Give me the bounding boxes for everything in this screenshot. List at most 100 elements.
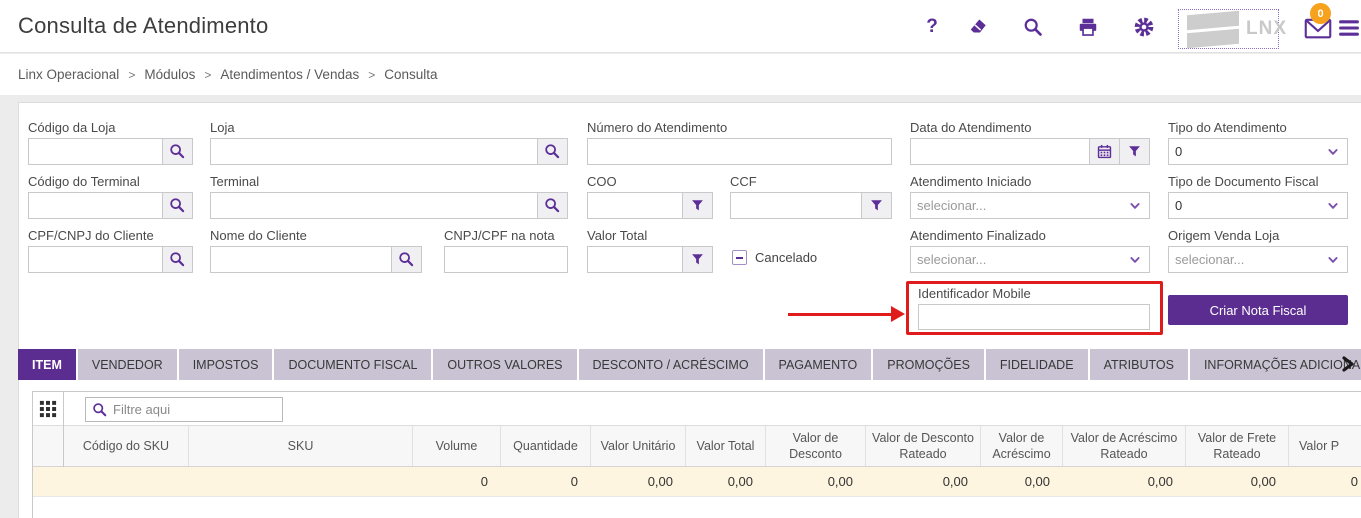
column-header-sku[interactable]: SKU (189, 426, 413, 466)
tab-scroll-right-button[interactable] (1337, 352, 1359, 378)
cell-sku (189, 467, 413, 496)
terminal-search-button[interactable] (537, 192, 568, 219)
column-header-volume[interactable]: Volume (413, 426, 501, 466)
cancelado-label: Cancelado (755, 250, 817, 265)
nome-do-cliente-label: Nome do Cliente (210, 228, 422, 243)
field-data-do-atendimento: Data do Atendimento (910, 120, 1150, 165)
chevron-down-icon (1325, 198, 1341, 214)
field-cancelado: Cancelado (732, 250, 817, 265)
cancelado-checkbox[interactable] (732, 250, 747, 265)
column-header-quantidade[interactable]: Quantidade (501, 426, 591, 466)
data-do-atendimento-calendar-button[interactable] (1089, 138, 1120, 165)
field-numero-do-atendimento: Número do Atendimento (587, 120, 892, 165)
criar-nota-fiscal-button[interactable]: Criar Nota Fiscal (1168, 295, 1348, 325)
tab-pagamento[interactable]: PAGAMENTO (765, 349, 872, 380)
tab-desconto-acrescimo[interactable]: DESCONTO / ACRÉSCIMO (579, 349, 763, 380)
column-header-valor-total[interactable]: Valor Total (686, 426, 766, 466)
column-chooser-button[interactable] (38, 400, 58, 420)
tab-item[interactable]: ITEM (18, 349, 76, 380)
codigo-da-loja-input[interactable] (28, 138, 163, 165)
grid-filter-input[interactable] (113, 402, 276, 417)
breadcrumb-atendimentos-vendas[interactable]: Atendimentos / Vendas (220, 67, 359, 82)
message-count-badge: 0 (1310, 3, 1331, 24)
terminal-input[interactable] (210, 192, 538, 219)
column-header-valor-de-desconto-rateado[interactable]: Valor de Desconto Rateado (866, 426, 981, 466)
numero-do-atendimento-input[interactable] (587, 138, 892, 165)
loja-search-button[interactable] (537, 138, 568, 165)
column-header-valor-p-truncated[interactable]: Valor P (1289, 426, 1361, 466)
column-header-valor-de-frete-rateado[interactable]: Valor de Frete Rateado (1186, 426, 1289, 466)
tab-vendedor[interactable]: VENDEDOR (78, 349, 177, 380)
atendimento-iniciado-label: Atendimento Iniciado (910, 174, 1150, 189)
chevron-down-icon (1127, 252, 1143, 268)
valor-total-filter-button[interactable] (682, 246, 713, 273)
tab-documento-fiscal[interactable]: DOCUMENTO FISCAL (274, 349, 431, 380)
origem-venda-loja-value: selecionar... (1175, 252, 1325, 267)
column-header-valor-unitario[interactable]: Valor Unitário (591, 426, 686, 466)
tab-atributos[interactable]: ATRIBUTOS (1090, 349, 1188, 380)
menu-icon (1338, 18, 1360, 38)
ccf-input[interactable] (730, 192, 862, 219)
identificador-mobile-input[interactable] (918, 304, 1150, 330)
cnpj-cpf-na-nota-label: CNPJ/CPF na nota (444, 228, 568, 243)
tipo-do-atendimento-value: 0 (1175, 144, 1325, 159)
codigo-da-loja-label: Código da Loja (28, 120, 193, 135)
origem-venda-loja-select[interactable]: selecionar... (1168, 246, 1348, 273)
coo-filter-button[interactable] (682, 192, 713, 219)
ccf-label: CCF (730, 174, 892, 189)
field-loja: Loja (210, 120, 568, 165)
atendimento-iniciado-select[interactable]: selecionar... (910, 192, 1150, 219)
breadcrumb-modulos[interactable]: Módulos (144, 67, 195, 82)
codigo-do-terminal-search-button[interactable] (162, 192, 193, 219)
codigo-da-loja-search-button[interactable] (162, 138, 193, 165)
menu-button[interactable] (1337, 17, 1361, 41)
field-codigo-do-terminal: Código do Terminal (28, 174, 193, 219)
cpf-cnpj-do-cliente-search-button[interactable] (162, 246, 193, 273)
column-header-valor-de-desconto[interactable]: Valor de Desconto (766, 426, 866, 466)
data-do-atendimento-input[interactable] (910, 138, 1090, 165)
atendimento-iniciado-value: selecionar... (917, 198, 1127, 213)
page-header: Consulta de Atendimento ? (0, 0, 1361, 53)
atendimento-finalizado-label: Atendimento Finalizado (910, 228, 1150, 243)
tipo-de-documento-fiscal-label: Tipo de Documento Fiscal (1168, 174, 1348, 189)
search-button[interactable] (1020, 14, 1046, 40)
column-header-valor-de-acrescimo-rateado[interactable]: Valor de Acréscimo Rateado (1063, 426, 1186, 466)
nome-do-cliente-input[interactable] (210, 246, 392, 273)
funnel-icon (869, 198, 884, 213)
clear-button[interactable] (965, 14, 991, 40)
search-icon (169, 143, 186, 160)
tab-impostos[interactable]: IMPOSTOS (179, 349, 273, 380)
nome-do-cliente-search-button[interactable] (391, 246, 422, 273)
table-row[interactable]: 0 0 0,00 0,00 0,00 0,00 0,00 0,00 0,00 0 (33, 467, 1361, 497)
cpf-cnpj-do-cliente-input[interactable] (28, 246, 163, 273)
lnx-logo[interactable]: LNX (1178, 9, 1279, 49)
loja-input[interactable] (210, 138, 538, 165)
cnpj-cpf-na-nota-input[interactable] (444, 246, 568, 273)
print-button[interactable] (1075, 14, 1101, 40)
chevron-down-icon (1127, 198, 1143, 214)
ccf-filter-button[interactable] (861, 192, 892, 219)
data-do-atendimento-filter-button[interactable] (1119, 138, 1150, 165)
atendimento-finalizado-select[interactable]: selecionar... (910, 246, 1150, 273)
cell-valor-de-desconto: 0,00 (766, 467, 866, 496)
tab-outros-valores[interactable]: OUTROS VALORES (433, 349, 576, 380)
breadcrumb-consulta[interactable]: Consulta (384, 67, 437, 82)
column-header-codigo-do-sku[interactable]: Código do SKU (64, 426, 189, 466)
tipo-do-atendimento-select[interactable]: 0 (1168, 138, 1348, 165)
valor-total-input[interactable] (587, 246, 683, 273)
tab-fidelidade[interactable]: FIDELIDADE (986, 349, 1088, 380)
tab-promocoes[interactable]: PROMOÇÕES (873, 349, 984, 380)
field-valor-total: Valor Total (587, 228, 713, 273)
settings-button[interactable] (1131, 14, 1157, 40)
coo-input[interactable] (587, 192, 683, 219)
help-button[interactable]: ? (919, 14, 945, 40)
codigo-do-terminal-input[interactable] (28, 192, 163, 219)
cell-valor-de-acrescimo-rateado: 0,00 (1063, 467, 1186, 496)
funnel-icon (690, 252, 705, 267)
search-icon (169, 251, 186, 268)
tipo-de-documento-fiscal-select[interactable]: 0 (1168, 192, 1348, 219)
tab-informacoes-adicionais[interactable]: INFORMAÇÕES ADICIONAIS (1190, 349, 1361, 380)
column-header-valor-de-acrescimo[interactable]: Valor de Acréscimo (981, 426, 1063, 466)
lnx-logo-text: LNX (1246, 18, 1287, 40)
breadcrumb-linx-operacional[interactable]: Linx Operacional (18, 67, 119, 82)
